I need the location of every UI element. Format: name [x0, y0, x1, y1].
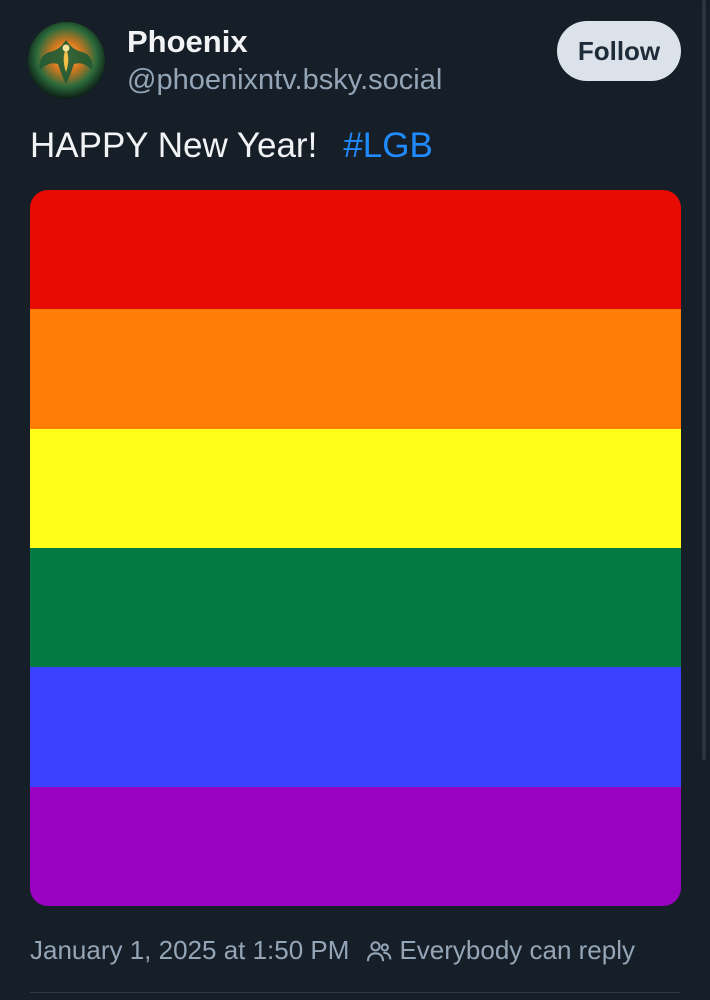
follow-button[interactable]: Follow	[557, 21, 681, 81]
post-text: HAPPY New Year! #LGB	[30, 126, 433, 166]
flag-stripe	[30, 667, 681, 787]
scrollbar[interactable]	[702, 0, 706, 760]
flag-stripe	[30, 309, 681, 429]
reply-setting[interactable]: Everybody can reply	[365, 935, 635, 966]
author-avatar[interactable]	[28, 22, 105, 99]
hashtag-link[interactable]: #LGB	[343, 126, 433, 165]
people-icon	[367, 940, 392, 961]
flag-stripe	[30, 428, 681, 548]
phoenix-avatar-icon	[28, 22, 105, 99]
flag-stripe	[30, 190, 681, 310]
post-image-rainbow-flag[interactable]	[30, 190, 681, 906]
post-timestamp: January 1, 2025 at 1:50 PM	[30, 935, 350, 965]
flag-stripe	[30, 786, 681, 906]
post-body-text: HAPPY New Year!	[30, 126, 318, 165]
author-handle[interactable]: @phoenixntv.bsky.social	[127, 64, 442, 97]
divider	[30, 992, 680, 993]
author-display-name[interactable]: Phoenix	[127, 24, 248, 60]
reply-setting-label: Everybody can reply	[399, 935, 635, 965]
post-meta: January 1, 2025 at 1:50 PM Everybody can…	[30, 935, 635, 966]
flag-stripe	[30, 547, 681, 668]
